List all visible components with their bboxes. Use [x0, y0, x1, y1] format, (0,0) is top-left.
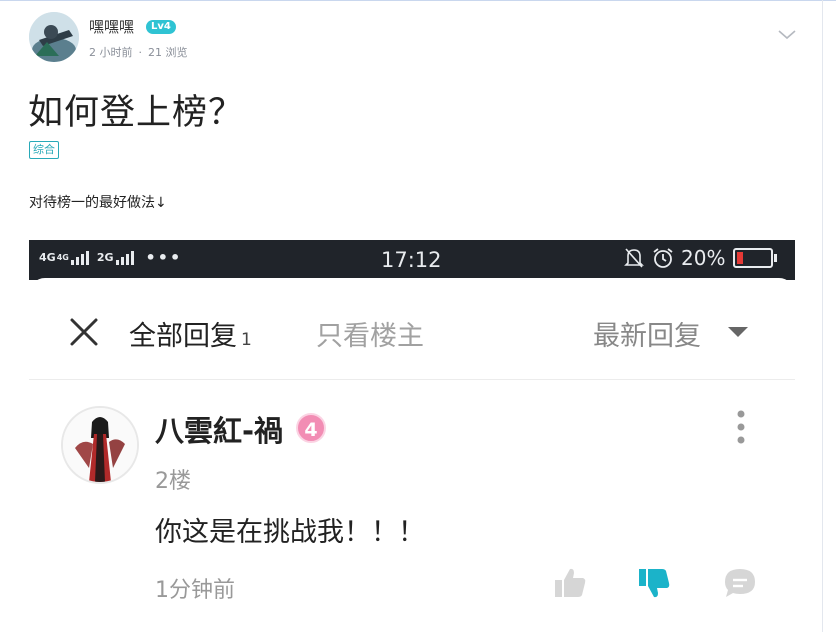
- chevron-down-icon[interactable]: [776, 28, 798, 42]
- tab-all-replies[interactable]: 全部回复 1: [129, 314, 252, 353]
- mute-bell-icon: [624, 248, 644, 268]
- post-time: 2 小时前: [89, 46, 133, 59]
- level-badge: Lv4: [146, 20, 176, 34]
- meta-separator: ·: [138, 46, 143, 59]
- more-status-dots: •••: [145, 248, 183, 267]
- view-count: 21 浏览: [148, 46, 188, 59]
- comment-time: 1分钟前: [155, 578, 235, 603]
- scrollbar-track[interactable]: [822, 0, 823, 632]
- tab-all-label: 全部回复: [129, 321, 237, 352]
- category-tag[interactable]: 综合: [29, 141, 59, 159]
- post-body: 对待榜一的最好做法↓: [29, 195, 167, 211]
- thumbs-up-icon[interactable]: [553, 566, 587, 600]
- floor-number: 2楼: [155, 469, 191, 494]
- post-title: 如何登上榜？: [28, 93, 245, 133]
- commenter-level-badge: 4: [296, 413, 326, 443]
- close-icon[interactable]: [67, 315, 101, 349]
- reply-count: 1: [241, 330, 252, 350]
- network-label-2: 2G: [96, 251, 114, 264]
- reply-sheet: 全部回复 1 只看楼主 最新回复 八雲紅-禍 4 2楼 你这是在挑战我！！！ 1分: [29, 278, 795, 632]
- tab-host-only[interactable]: 只看楼主: [316, 314, 424, 353]
- more-options-icon[interactable]: [737, 410, 745, 444]
- battery-percent: 20%: [681, 246, 726, 270]
- signal-bars-icon-2: [115, 250, 136, 265]
- author-avatar[interactable]: [29, 12, 79, 62]
- phone-clock: 17:12: [381, 248, 442, 272]
- author-name[interactable]: 嘿嘿嘿: [89, 16, 134, 37]
- header-divider: [29, 379, 795, 380]
- commenter-avatar[interactable]: [61, 406, 139, 484]
- comment-text: 你这是在挑战我！！！: [155, 517, 425, 548]
- alarm-clock-icon: [653, 248, 673, 268]
- phone-status-bar: 4G 4G 2G ••• 17:12 20%: [29, 240, 795, 280]
- thumbs-down-icon[interactable]: [637, 566, 671, 600]
- signal-indicators: 4G 4G 2G •••: [39, 248, 182, 267]
- comment-bubble-icon[interactable]: [723, 566, 757, 600]
- commenter-name[interactable]: 八雲紅-禍: [155, 408, 283, 450]
- battery-icon: [733, 248, 778, 268]
- status-right-icons: 20%: [623, 246, 778, 270]
- sort-dropdown[interactable]: 最新回复: [593, 314, 701, 353]
- caret-down-icon[interactable]: [727, 326, 749, 338]
- network-label-1b: 4G: [56, 253, 69, 262]
- post-meta: 2 小时前 · 21 浏览: [89, 44, 188, 60]
- embedded-screenshot[interactable]: 4G 4G 2G ••• 17:12 20% 全部回复 1 只看楼主 最新回复 …: [29, 240, 795, 632]
- signal-bars-icon: [70, 250, 91, 265]
- window-top-border: [0, 0, 836, 1]
- network-label-1: 4G: [39, 251, 56, 264]
